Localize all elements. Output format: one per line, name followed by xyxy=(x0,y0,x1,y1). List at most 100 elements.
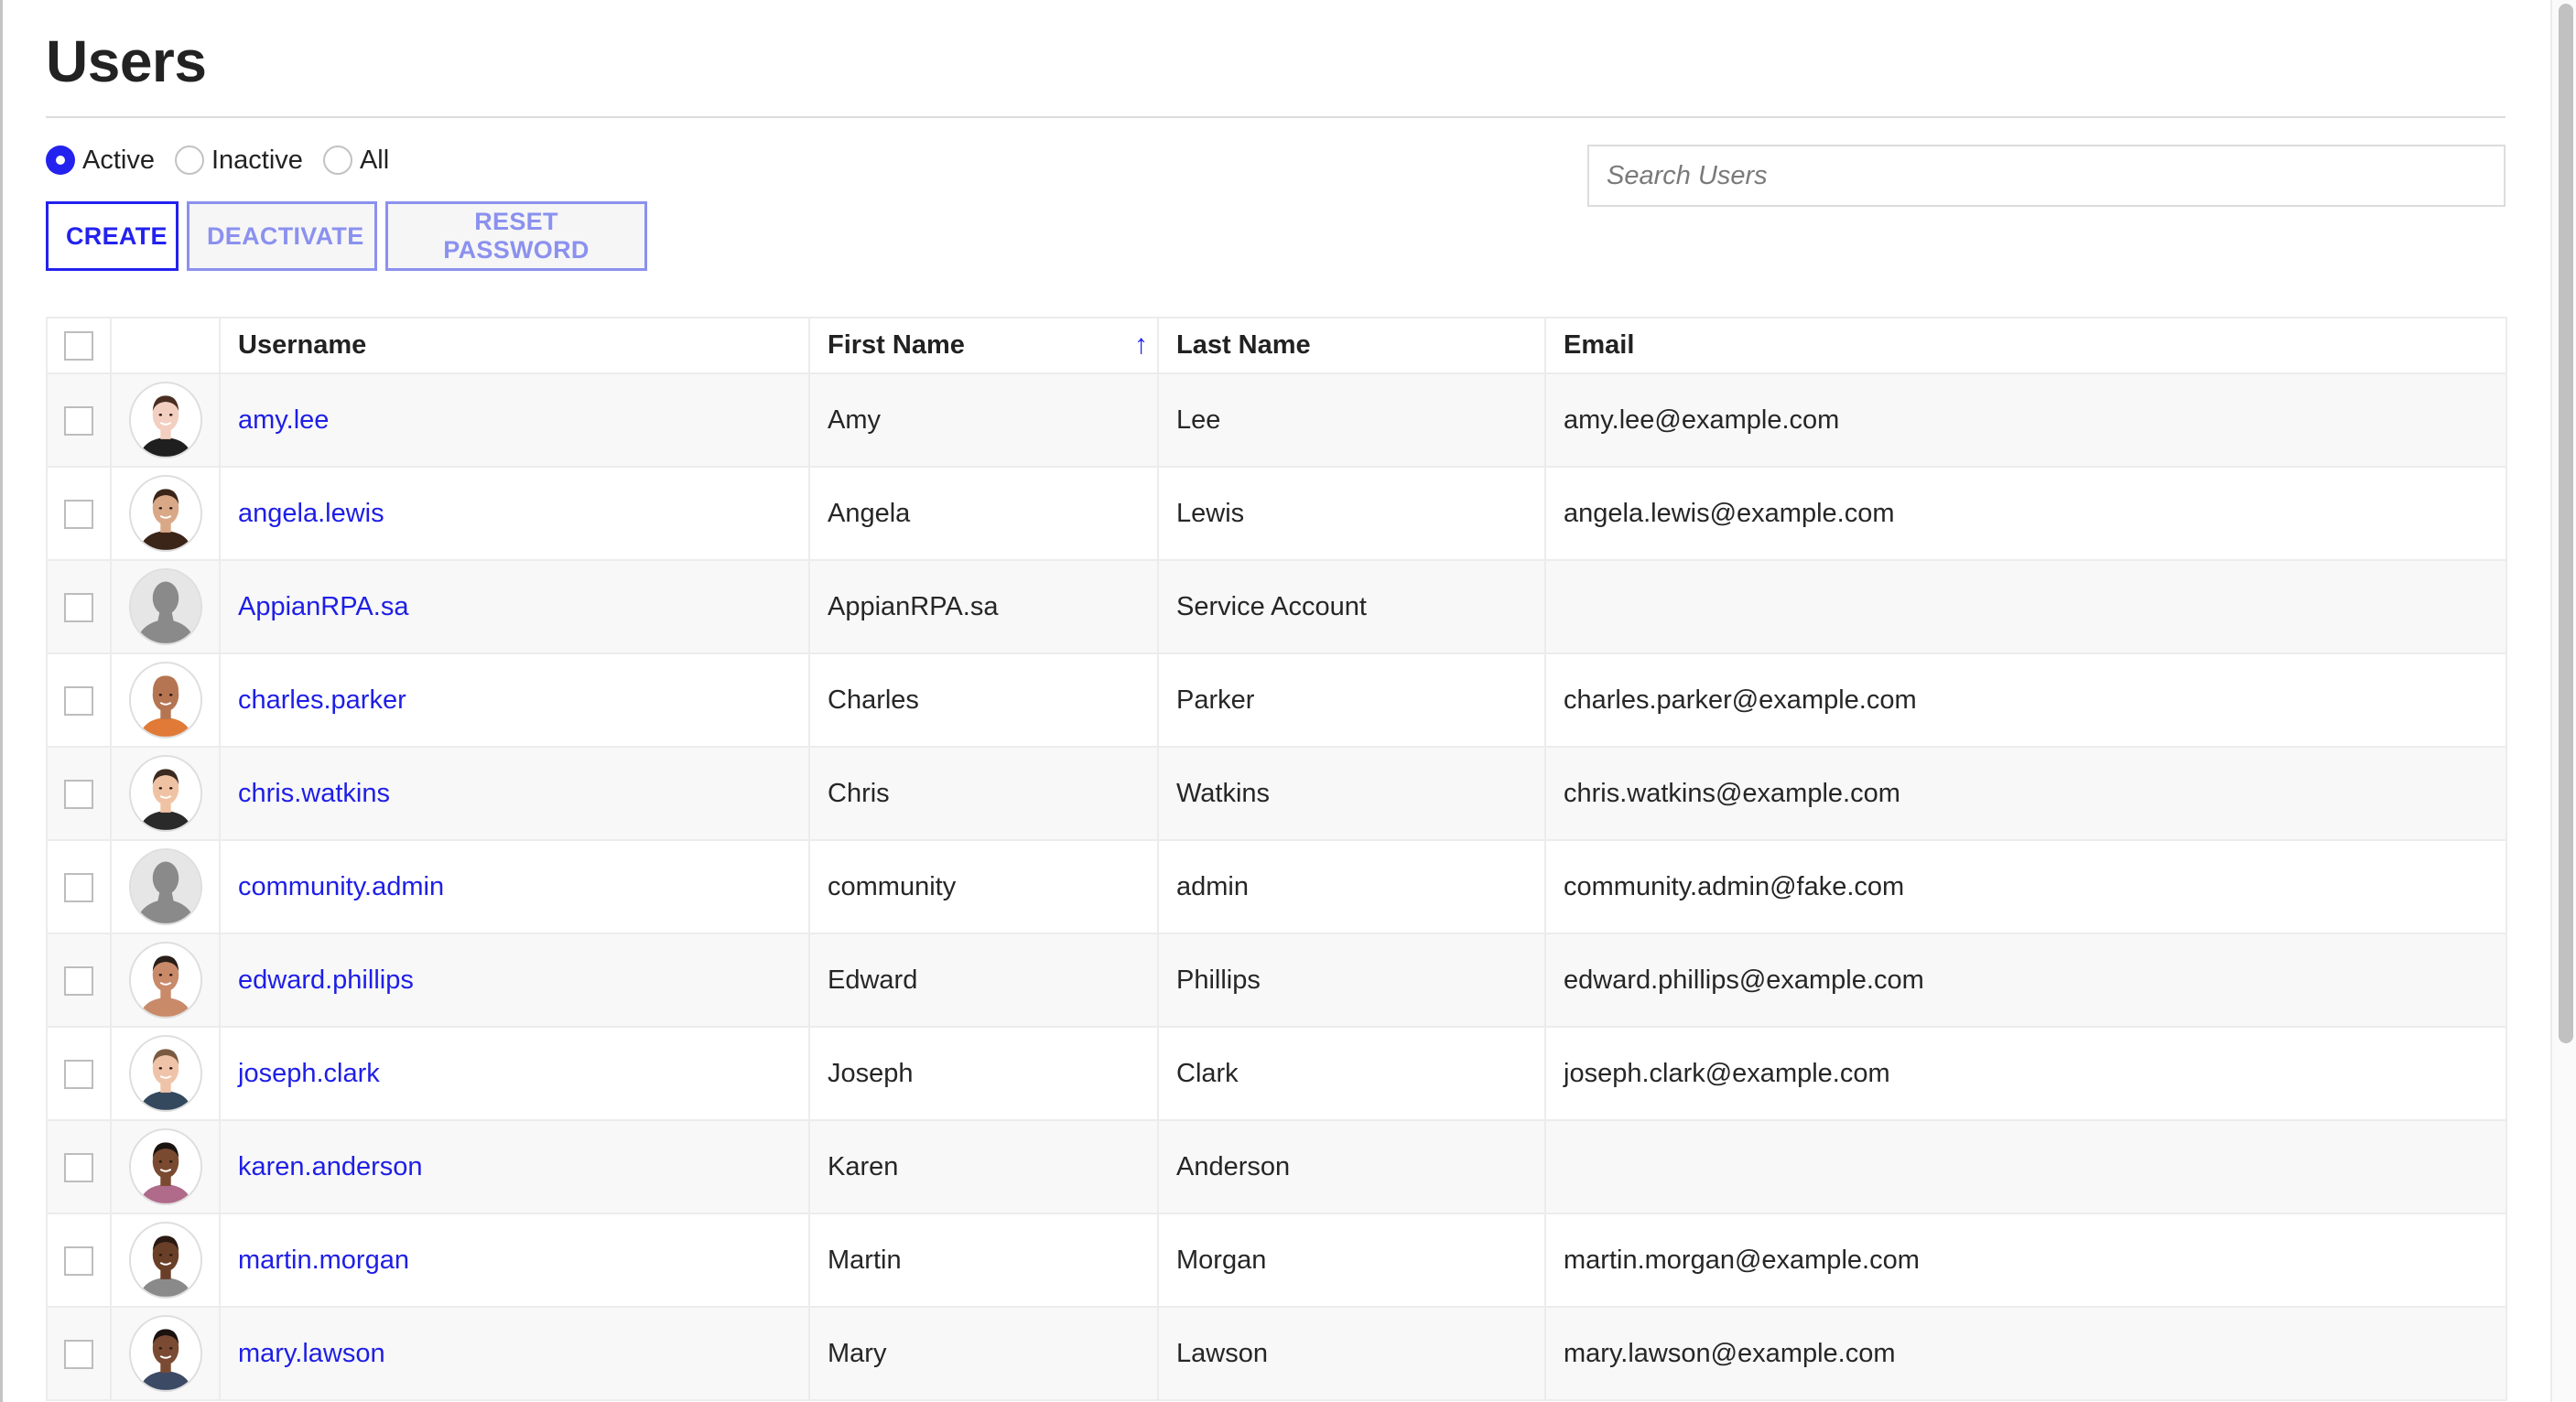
last-name-cell: Clark xyxy=(1157,1026,1546,1121)
radio-label-active: Active xyxy=(82,146,155,175)
row-select-cell xyxy=(46,933,112,1028)
email-cell: community.admin@fake.com xyxy=(1544,839,2507,934)
radio-all[interactable]: All xyxy=(322,146,390,175)
user-photo-avatar xyxy=(128,382,202,458)
row-checkbox[interactable] xyxy=(64,1246,93,1276)
avatar-column-header xyxy=(110,317,221,374)
first-name-cell: Martin xyxy=(808,1213,1159,1308)
vertical-scrollbar[interactable] xyxy=(2550,0,2576,1402)
row-checkbox[interactable] xyxy=(64,499,93,529)
user-photo-avatar xyxy=(128,662,202,739)
row-checkbox[interactable] xyxy=(64,592,93,622)
username-link[interactable]: joseph.clark xyxy=(238,1059,380,1088)
email-cell: chris.watkins@example.com xyxy=(1544,746,2507,841)
default-user-avatar-icon xyxy=(128,848,202,925)
row-checkbox[interactable] xyxy=(64,1339,93,1369)
radio-inactive[interactable]: Inactive xyxy=(174,146,303,175)
last-name-cell: Lewis xyxy=(1157,466,1546,561)
first-name-cell: Edward xyxy=(808,933,1159,1028)
last-name-cell: Phillips xyxy=(1157,933,1546,1028)
table-row: edward.phillips Edward Phillips edward.phil… xyxy=(46,933,2507,1028)
username-cell: community.admin xyxy=(219,839,810,934)
username-link[interactable]: edward.phillips xyxy=(238,965,414,995)
email-cell: edward.phillips@example.com xyxy=(1544,933,2507,1028)
row-checkbox[interactable] xyxy=(64,685,93,716)
table-body: amy.lee Amy Lee amy.lee@example.com angela.l… xyxy=(46,372,2507,1401)
row-select-cell xyxy=(46,839,112,934)
last-name-cell: Watkins xyxy=(1157,746,1546,841)
radio-button-active[interactable] xyxy=(46,146,75,175)
username-cell: mary.lawson xyxy=(219,1306,810,1401)
toolbar: CREATE DEACTIVATE RESET PASSWORD xyxy=(46,201,655,271)
radio-button-inactive[interactable] xyxy=(174,146,204,175)
row-select-cell xyxy=(46,746,112,841)
row-checkbox[interactable] xyxy=(64,779,93,809)
table-row: angela.lewis Angela Lewis angela.lewis@exam… xyxy=(46,466,2507,561)
last-name-cell: Lee xyxy=(1157,372,1546,468)
row-select-cell xyxy=(46,1213,112,1308)
search-users-input[interactable] xyxy=(1587,145,2506,207)
scrollbar-thumb[interactable] xyxy=(2559,4,2573,1043)
select-all-checkbox[interactable] xyxy=(64,331,93,361)
username-link[interactable]: charles.parker xyxy=(238,685,406,715)
username-link[interactable]: angela.lewis xyxy=(238,499,384,528)
first-name-cell: Chris xyxy=(808,746,1159,841)
deactivate-button[interactable]: DEACTIVATE xyxy=(187,201,377,271)
reset-password-button[interactable]: RESET PASSWORD xyxy=(385,201,647,271)
username-link[interactable]: chris.watkins xyxy=(238,779,390,808)
first-name-cell: community xyxy=(808,839,1159,934)
first-name-cell: Karen xyxy=(808,1119,1159,1214)
radio-label-all: All xyxy=(359,146,390,175)
row-select-cell xyxy=(46,372,112,468)
table-row: amy.lee Amy Lee amy.lee@example.com xyxy=(46,372,2507,468)
username-link[interactable]: mary.lawson xyxy=(238,1339,385,1368)
row-checkbox[interactable] xyxy=(64,872,93,902)
column-header-email[interactable]: Email xyxy=(1544,317,2507,374)
avatar-cell xyxy=(110,933,221,1028)
username-cell: amy.lee xyxy=(219,372,810,468)
row-checkbox[interactable] xyxy=(64,1152,93,1182)
username-link[interactable]: AppianRPA.sa xyxy=(238,592,408,621)
first-name-cell: Joseph xyxy=(808,1026,1159,1121)
table-header-row: Username First Name ↑ Last Name Email xyxy=(46,317,2507,374)
first-name-cell: Mary xyxy=(808,1306,1159,1401)
email-cell: joseph.clark@example.com xyxy=(1544,1026,2507,1121)
row-checkbox[interactable] xyxy=(64,965,93,996)
username-link[interactable]: community.admin xyxy=(238,872,444,901)
table-row: mary.lawson Mary Lawson mary.lawson@example… xyxy=(46,1306,2507,1401)
email-cell: mary.lawson@example.com xyxy=(1544,1306,2507,1401)
radio-active[interactable]: Active xyxy=(46,146,155,175)
row-checkbox[interactable] xyxy=(64,1059,93,1089)
radio-button-all[interactable] xyxy=(322,146,352,175)
table-row: community.admin community admin community.a… xyxy=(46,839,2507,934)
column-header-username[interactable]: Username xyxy=(219,317,810,374)
user-photo-avatar xyxy=(128,942,202,1019)
last-name-cell: Service Account xyxy=(1157,559,1546,654)
username-link[interactable]: amy.lee xyxy=(238,405,329,435)
username-link[interactable]: karen.anderson xyxy=(238,1152,423,1181)
column-header-first-name[interactable]: First Name ↑ xyxy=(808,317,1159,374)
email-cell xyxy=(1544,559,2507,654)
username-cell: edward.phillips xyxy=(219,933,810,1028)
table-row: karen.anderson Karen Anderson xyxy=(46,1119,2507,1214)
avatar-cell xyxy=(110,1026,221,1121)
last-name-cell: admin xyxy=(1157,839,1546,934)
username-link[interactable]: martin.morgan xyxy=(238,1246,409,1275)
row-checkbox[interactable] xyxy=(64,405,93,436)
username-cell: chris.watkins xyxy=(219,746,810,841)
username-cell: angela.lewis xyxy=(219,466,810,561)
default-user-avatar-icon xyxy=(128,568,202,645)
radio-label-inactive: Inactive xyxy=(211,146,303,175)
column-header-last-name[interactable]: Last Name xyxy=(1157,317,1546,374)
email-cell: amy.lee@example.com xyxy=(1544,372,2507,468)
column-header-first-name-label: First Name xyxy=(828,330,965,360)
last-name-cell: Lawson xyxy=(1157,1306,1546,1401)
column-header-last-name-label: Last Name xyxy=(1176,330,1311,360)
sort-ascending-arrow-icon[interactable]: ↑ xyxy=(1134,331,1148,359)
first-name-cell: Charles xyxy=(808,652,1159,748)
row-select-cell xyxy=(46,652,112,748)
row-select-cell xyxy=(46,1119,112,1214)
email-cell: angela.lewis@example.com xyxy=(1544,466,2507,561)
create-button[interactable]: CREATE xyxy=(46,201,179,271)
username-cell: AppianRPA.sa xyxy=(219,559,810,654)
